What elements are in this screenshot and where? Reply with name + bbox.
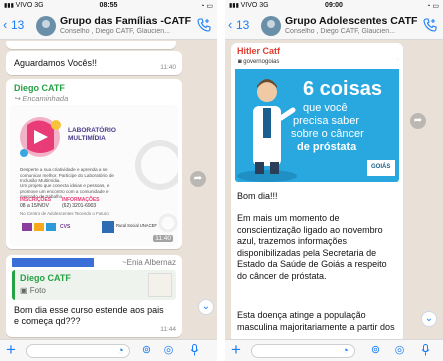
message-time: 11:40 (153, 235, 173, 242)
status-time: 08:55 (99, 2, 118, 9)
group-title[interactable]: Grupo Adolescentes CATF (285, 15, 417, 27)
chevron-left-icon: ‹ (3, 17, 8, 32)
right-phone-screen: ▮▮▮ VIVO 3G 09:00 ◔ ▭ ‹ 13 Grupo Adolesc… (225, 0, 443, 361)
post-text-paragraph-2: Esta doença atinge a população masculina… (237, 310, 395, 332)
chevron-left-icon: ‹ (228, 17, 233, 32)
message-forwarded-image[interactable]: Diego CATF ↪ Encaminhada LABORATÓRIO MUL (6, 79, 182, 249)
microphone-icon[interactable] (419, 344, 432, 357)
chat-area[interactable]: Hitler Catf ◙ governogoias 6 coisas que … (225, 41, 443, 339)
quoted-type: ▣ Foto (20, 286, 46, 295)
headline-line4: sobre o câncer (291, 128, 364, 140)
brand-logo: GOIÁS (371, 164, 391, 170)
message-aguardamos[interactable]: Aguardamos Vocês!! 11:40 (6, 51, 182, 75)
chat-area[interactable]: Aguardamos Vocês!! 11:40 Diego CATF ↪ En… (0, 41, 217, 339)
post-text-paragraph-1: Em mais um momento de conscientização li… (237, 213, 387, 281)
forwarded-label: ↪ Encaminhada (14, 94, 69, 103)
group-subtitle: Conselho , Diego CATF, Glaucien... (60, 28, 170, 35)
camera-icon[interactable]: ◎ (162, 344, 175, 357)
camera-icon[interactable]: ◎ (393, 344, 406, 357)
quoted-message[interactable]: Diego CATF ▣ Foto (12, 270, 176, 300)
message-time: 11:40 (160, 64, 176, 71)
share-forward-icon[interactable]: ➦ (190, 171, 206, 187)
poster-body: Desperte a sua criatividade e aprenda a … (20, 167, 114, 184)
input-bar: + ◔ ⊚ ◎ (0, 339, 217, 361)
plus-icon[interactable]: + (231, 341, 241, 359)
plus-icon[interactable]: + (6, 341, 16, 359)
camera-icon: ▣ (20, 286, 30, 295)
message-bubble-cut (6, 41, 176, 49)
sticker-icon[interactable]: ◔ (339, 345, 352, 358)
headline-line2: que você (303, 102, 348, 114)
battery-icon: ◔ ▭ (426, 3, 439, 10)
redacted-name-bar (12, 258, 94, 267)
post-image[interactable]: ◙ governogoias 6 coisas que você precisa… (235, 58, 399, 182)
chevron-down-icon: ⌄ (201, 301, 211, 312)
post-text-greeting: Bom dia!!! (237, 191, 278, 201)
chat-header: ‹ 13 Grupo Adolescentes CATF Conselho , … (225, 12, 443, 40)
sticker-icon[interactable]: ◔ (114, 345, 127, 358)
pay-icon[interactable]: ⊚ (140, 344, 153, 357)
message-input[interactable]: ◔ (251, 344, 355, 358)
back-count: 13 (10, 18, 25, 32)
status-bar: ▮▮▮ VIVO 3G 09:00 ◔ ▭ (225, 0, 443, 12)
status-time: 09:00 (325, 2, 343, 9)
message-text: Bom dia esse curso estende aos pais e co… (14, 305, 164, 326)
add-call-icon[interactable] (197, 18, 211, 35)
scroll-down-button[interactable]: ⌄ (198, 299, 214, 315)
sender-name: Hitler Catf (237, 46, 281, 56)
back-count: 13 (235, 18, 250, 32)
message-time: 11:44 (160, 326, 176, 333)
poster-partner-1: CVS (60, 224, 71, 230)
message-reply[interactable]: ~Enia Albernaz Diego CATF ▣ Foto Bom dia… (6, 255, 182, 337)
headline-number: 6 coisas (303, 78, 382, 100)
headline-line5: de próstata (297, 141, 357, 153)
poster-image[interactable]: LABORATÓRIO MULTIMÍDIA Desperte a sua cr… (10, 105, 178, 246)
group-avatar[interactable] (36, 16, 56, 36)
group-title[interactable]: Grupo das Famílias -CATF (60, 15, 191, 27)
group-avatar[interactable] (261, 16, 281, 36)
input-bar: + ◔ ⊚ ◎ (225, 339, 443, 361)
back-button[interactable]: ‹ 13 (3, 17, 24, 33)
quoted-sender: Diego CATF (20, 273, 71, 283)
chat-header: ‹ 13 Grupo das Famílias -CATF Conselho ,… (0, 12, 217, 40)
message-post[interactable]: Hitler Catf ◙ governogoias 6 coisas que … (231, 43, 403, 339)
message-text: Aguardamos Vocês!! (14, 58, 98, 68)
battery-icon: ◔ ▭ (200, 3, 213, 10)
add-call-icon[interactable] (423, 18, 437, 35)
headline-line3: precisa saber (293, 115, 360, 127)
back-button[interactable]: ‹ 13 (228, 17, 249, 33)
share-forward-icon[interactable]: ➦ (410, 113, 426, 129)
chevron-down-icon: ⌄ (424, 313, 434, 324)
reply-author: ~Enia Albernaz (121, 258, 176, 267)
sender-name: Diego CATF (14, 83, 65, 93)
poster-location: No Centro de Adolescentes Tecendo o Futu… (20, 211, 109, 216)
status-bar: ▮▮▮ VIVO 3G 08:55 ◔ ▭ (0, 0, 217, 12)
poster-informacoes-value: (62) 3201-6903 (62, 203, 97, 209)
scroll-down-button[interactable]: ⌄ (421, 311, 437, 327)
microphone-icon[interactable] (188, 344, 201, 357)
pay-icon[interactable]: ⊚ (369, 344, 382, 357)
left-phone-screen: ▮▮▮ VIVO 3G 08:55 ◔ ▭ ‹ 13 Grupo das Fam… (0, 0, 217, 361)
message-input[interactable]: ◔ (26, 344, 130, 358)
poster-inscricoes-value: 08 a 15/NOV (20, 203, 49, 209)
poster-title: LABORATÓRIO MULTIMÍDIA (68, 127, 116, 142)
quoted-thumbnail (148, 273, 172, 297)
poster-partner-2: Rural Social UNACEF (116, 223, 157, 228)
group-subtitle: Conselho , Diego CATF, Glaucien... (285, 28, 395, 35)
